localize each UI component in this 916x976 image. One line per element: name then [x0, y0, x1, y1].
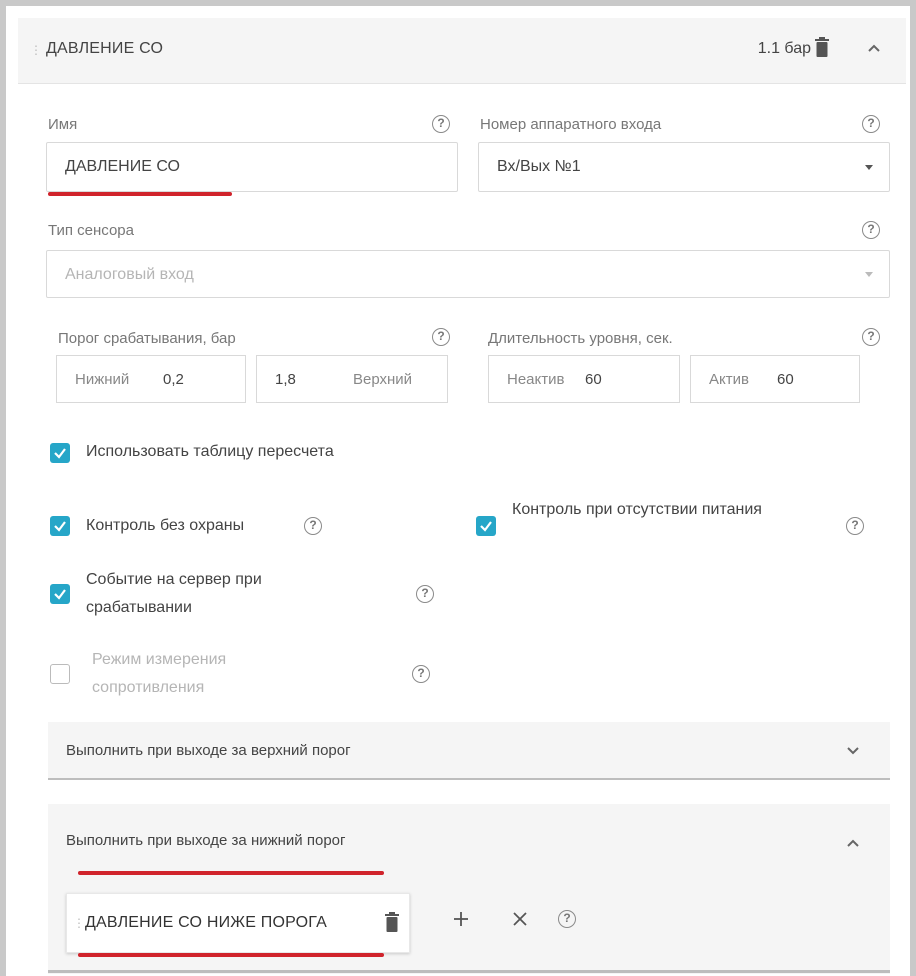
resistance-mode-label: Режим измерения сопротивления [92, 651, 227, 696]
chevron-down-icon[interactable] [846, 744, 860, 758]
dropdown-caret-icon [865, 272, 873, 277]
plus-icon[interactable] [452, 910, 470, 928]
active-duration-input[interactable]: Актив 60 [690, 355, 860, 403]
recalc-table-label: Использовать таблицу пересчета [86, 443, 334, 460]
action-chip-label: ДАВЛЕНИЕ СО НИЖЕ ПОРОГА [85, 914, 327, 931]
close-icon[interactable] [512, 911, 528, 927]
help-icon[interactable]: ? [304, 517, 322, 535]
inactive-duration-value: 60 [585, 371, 602, 388]
help-icon[interactable]: ? [416, 585, 434, 603]
event-to-server-checkbox[interactable] [50, 584, 70, 604]
sensor-type-select[interactable]: Аналоговый вход [46, 250, 890, 298]
highlight-underline [78, 953, 384, 957]
trash-icon[interactable] [815, 37, 829, 57]
upper-threshold-accordion-title: Выполнить при выходе за верхний порог [66, 742, 351, 759]
control-without-guard-checkbox[interactable] [50, 516, 70, 536]
upper-threshold-label: Верхний [353, 371, 413, 388]
help-icon[interactable]: ? [432, 328, 450, 346]
threshold-label: Порог срабатывания, бар [58, 330, 236, 347]
dropdown-caret-icon [865, 165, 873, 170]
help-icon[interactable]: ? [862, 328, 880, 346]
active-duration-value: 60 [777, 371, 794, 388]
recalc-table-checkbox[interactable] [50, 443, 70, 463]
lower-threshold-accordion-title: Выполнить при выходе за нижний порог [66, 832, 346, 849]
divider [48, 970, 890, 973]
help-icon[interactable]: ? [862, 115, 880, 133]
control-no-power-label: Контроль при отсутствии питания [512, 501, 762, 518]
highlight-underline [48, 192, 232, 196]
sensor-type-label: Тип сенсора [48, 222, 134, 239]
chevron-up-icon[interactable] [866, 40, 882, 56]
upper-threshold-value: 1,8 [275, 371, 296, 388]
upper-threshold-input[interactable]: 1,8 Верхний [256, 355, 448, 403]
trash-icon[interactable] [385, 912, 399, 932]
event-to-server-label: Событие на сервер при срабатывании [86, 571, 262, 616]
highlight-underline [78, 871, 384, 875]
hardware-input-label: Номер аппаратного входа [480, 116, 662, 133]
active-duration-label: Актив [709, 371, 749, 388]
inactive-duration-input[interactable]: Неактив 60 [488, 355, 680, 403]
resistance-mode-checkbox[interactable] [50, 664, 70, 684]
lower-threshold-value: 0,2 [163, 371, 184, 388]
help-icon[interactable]: ? [412, 665, 430, 683]
check-icon [54, 589, 66, 600]
hardware-input-value: Вх/Вых №1 [497, 158, 581, 175]
inactive-duration-label: Неактив [507, 371, 565, 388]
sensor-type-value: Аналоговый вход [65, 266, 194, 283]
upper-threshold-accordion[interactable]: Выполнить при выходе за верхний порог [48, 722, 890, 780]
lower-threshold-label: Нижний [75, 371, 130, 388]
name-label: Имя [48, 116, 78, 133]
name-input-value: ДАВЛЕНИЕ СО [65, 158, 180, 175]
help-icon[interactable]: ? [846, 517, 864, 535]
action-chip[interactable]: ⋮ ДАВЛЕНИЕ СО НИЖЕ ПОРОГА [66, 893, 410, 953]
drag-handle-icon[interactable]: ⋮ [30, 43, 42, 57]
check-icon [480, 521, 492, 532]
control-without-guard-label: Контроль без охраны [86, 517, 245, 534]
control-no-power-checkbox[interactable] [476, 516, 496, 536]
help-icon[interactable]: ? [862, 221, 880, 239]
duration-label: Длительность уровня, сек. [488, 330, 673, 347]
help-icon[interactable]: ? [432, 115, 450, 133]
hardware-input-select[interactable]: Вх/Вых №1 [478, 142, 890, 192]
help-icon[interactable]: ? [558, 910, 576, 928]
lower-threshold-input[interactable]: Нижний 0,2 [56, 355, 246, 403]
check-icon [54, 448, 66, 459]
name-input[interactable]: ДАВЛЕНИЕ СО [46, 142, 458, 192]
drag-handle-icon[interactable]: ⋮ [73, 916, 85, 930]
chevron-up-icon[interactable] [846, 836, 860, 850]
sensor-title: ДАВЛЕНИЕ СО [46, 40, 164, 57]
sensor-panel-header[interactable]: ⋮ ДАВЛЕНИЕ СО 1.1 бар [18, 18, 906, 84]
sensor-value: 1.1 бар [757, 40, 811, 57]
check-icon [54, 521, 66, 532]
